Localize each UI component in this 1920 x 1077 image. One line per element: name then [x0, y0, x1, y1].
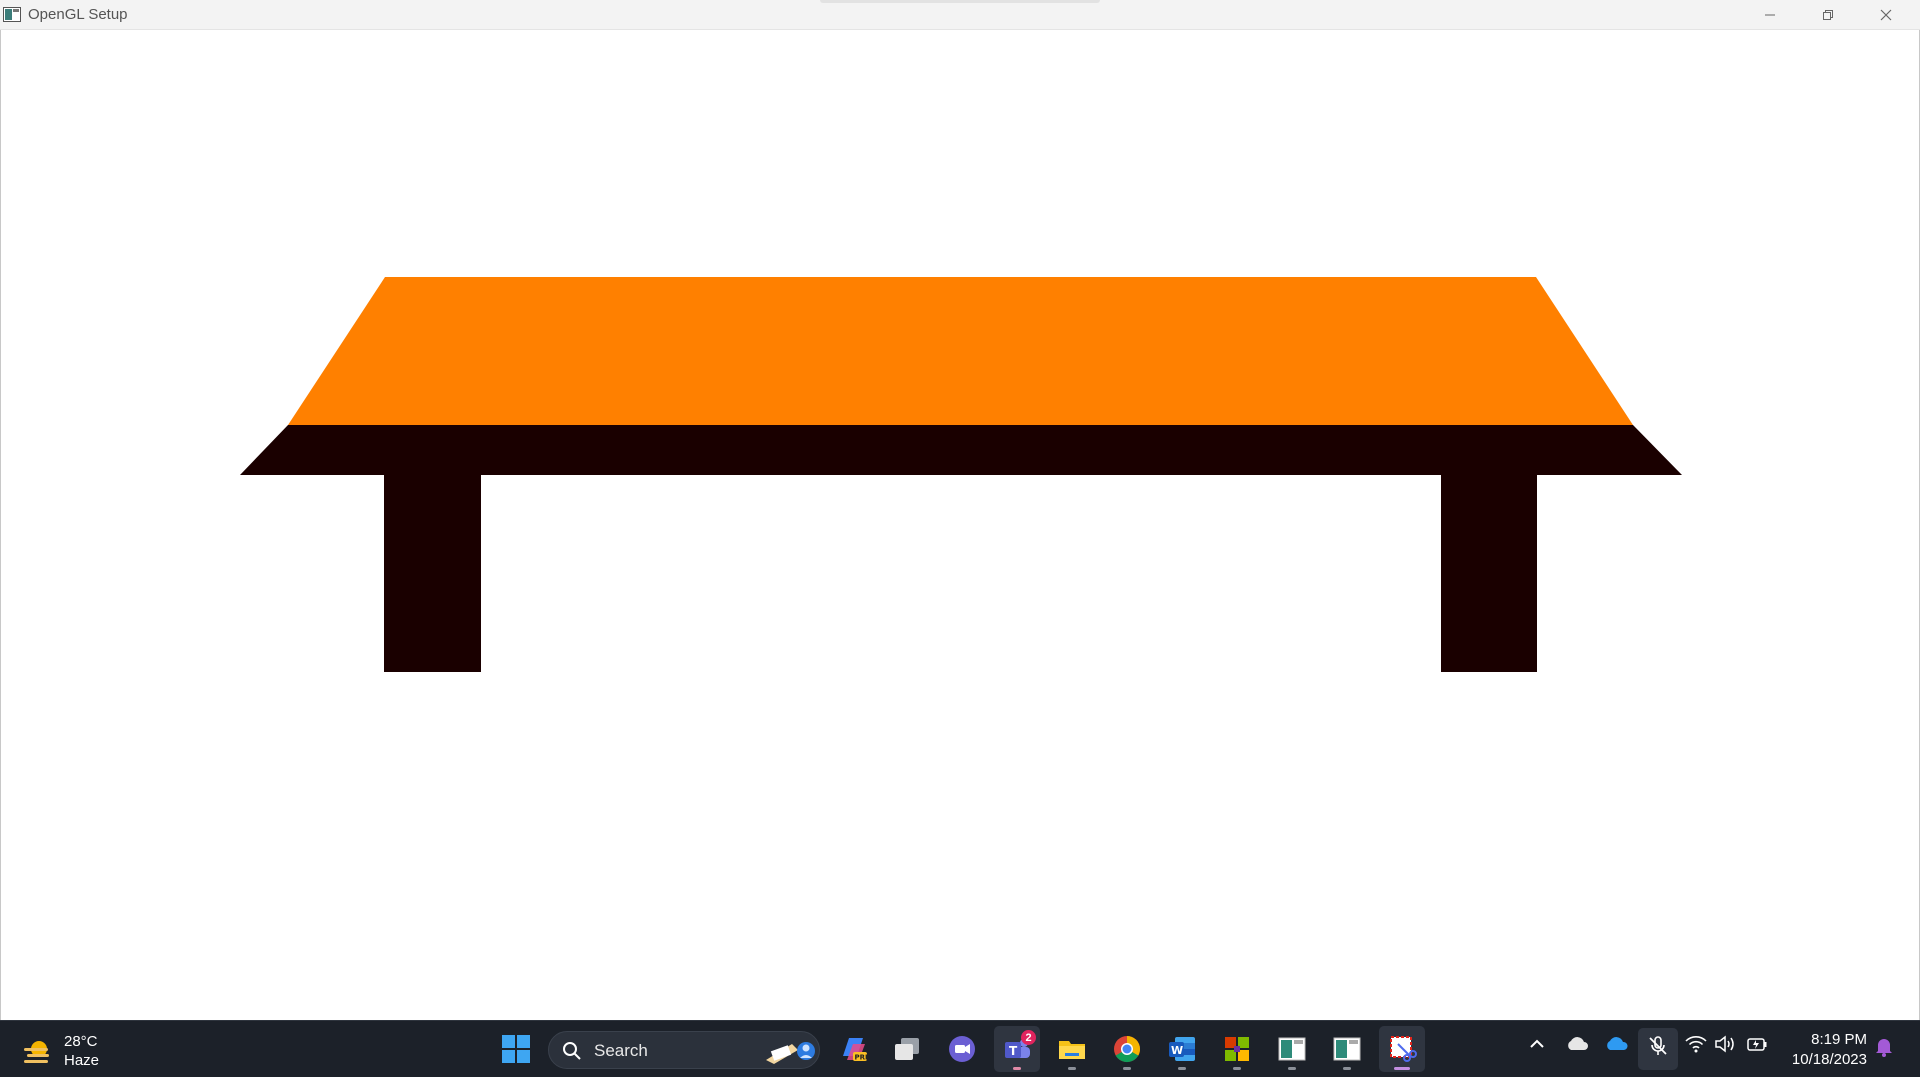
word-icon: W	[1169, 1037, 1195, 1061]
svg-text:W: W	[1171, 1044, 1183, 1057]
microphone-status[interactable]	[1647, 1035, 1669, 1057]
teams-notification-badge: 2	[1021, 1030, 1036, 1045]
table-scene	[240, 277, 1682, 672]
tabletop-surface	[288, 277, 1633, 425]
minimize-button[interactable]	[1741, 0, 1799, 30]
copilot-button[interactable]: PRE	[831, 1026, 877, 1072]
taskbar-search[interactable]: Search	[548, 1031, 820, 1069]
weather-temperature: 28°C	[64, 1033, 98, 1050]
close-icon	[1880, 9, 1892, 21]
table-leg-right	[1441, 474, 1537, 672]
close-button[interactable]	[1857, 0, 1915, 30]
notification-bell-icon	[1876, 1039, 1892, 1057]
restore-icon	[1823, 10, 1833, 20]
window-icon	[1333, 1037, 1361, 1061]
running-indicator	[1288, 1067, 1296, 1070]
word-button[interactable]: W	[1159, 1026, 1205, 1072]
svg-text:T: T	[1009, 1044, 1018, 1058]
volume-status[interactable]	[1714, 1035, 1736, 1053]
clock-time: 8:19 PM	[1811, 1031, 1867, 1048]
running-indicator	[1178, 1067, 1186, 1070]
tabletop-front-edge	[240, 425, 1682, 475]
weather-widget[interactable]: 28°C Haze	[22, 1031, 142, 1071]
video-chat-button[interactable]	[939, 1026, 985, 1072]
volume-icon	[1715, 1035, 1734, 1053]
clock-date: 10/18/2023	[1791, 1051, 1867, 1068]
battery-status[interactable]	[1746, 1035, 1768, 1053]
chevron-up-icon	[1530, 1039, 1544, 1048]
network-status[interactable]	[1685, 1035, 1707, 1053]
running-indicator	[1123, 1067, 1131, 1070]
svg-text:PRE: PRE	[855, 1054, 870, 1062]
snipping-tool-button[interactable]	[1379, 1026, 1425, 1072]
file-explorer-button[interactable]	[1049, 1026, 1095, 1072]
notifications-button[interactable]	[1874, 1035, 1894, 1057]
running-indicator	[1233, 1067, 1241, 1070]
active-indicator	[1394, 1067, 1410, 1070]
teams-button[interactable]: T 2	[994, 1026, 1040, 1072]
start-button[interactable]	[493, 1026, 539, 1072]
wifi-icon	[1685, 1036, 1707, 1053]
show-hidden-icons-button[interactable]	[1528, 1035, 1546, 1053]
table-leg-left	[384, 474, 481, 672]
tiles-icon	[1225, 1037, 1249, 1061]
snip-icon	[1390, 1036, 1417, 1062]
task-view-icon	[895, 1038, 919, 1060]
app-tiles-button[interactable]	[1214, 1026, 1260, 1072]
title-bar[interactable]: OpenGL Setup	[0, 0, 1920, 30]
search-icon	[562, 1041, 582, 1066]
onedrive-icon	[1607, 1037, 1628, 1050]
taskbar: 28°C Haze Search PRE T 2 W 8:19 PM 10/18…	[0, 1020, 1920, 1077]
search-label: Search	[594, 1041, 648, 1060]
cloud-status[interactable]	[1565, 1035, 1589, 1053]
copilot-icon: PRE	[843, 1038, 870, 1062]
opengl-window-2-button[interactable]	[1324, 1026, 1370, 1072]
system-clock[interactable]: 8:19 PM 10/18/2023	[1783, 1030, 1867, 1070]
mic-muted-icon	[1649, 1036, 1667, 1055]
snap-layout-handle[interactable]	[820, 0, 1100, 3]
task-view-button[interactable]	[884, 1026, 930, 1072]
weather-condition: Haze	[64, 1052, 100, 1069]
opengl-canvas[interactable]	[0, 30, 1920, 1020]
battery-icon	[1747, 1038, 1767, 1051]
opengl-app-icon	[3, 7, 21, 22]
search-highlight-icon	[762, 1036, 818, 1071]
running-indicator	[1068, 1067, 1076, 1070]
folder-icon	[1059, 1041, 1085, 1059]
running-indicator	[1343, 1067, 1351, 1070]
window-icon	[1278, 1037, 1306, 1061]
window-title: OpenGL Setup	[28, 6, 128, 23]
sun-haze-icon	[22, 1037, 54, 1072]
onedrive-status[interactable]	[1605, 1035, 1629, 1053]
minimize-icon	[1765, 14, 1775, 16]
chrome-icon	[1114, 1036, 1141, 1063]
restore-button[interactable]	[1799, 0, 1857, 30]
running-indicator	[1013, 1067, 1021, 1070]
video-chat-icon	[949, 1036, 975, 1062]
opengl-window-1-button[interactable]	[1269, 1026, 1315, 1072]
chrome-button[interactable]	[1104, 1026, 1150, 1072]
windows-start-icon	[502, 1035, 530, 1063]
cloud-icon	[1568, 1037, 1588, 1050]
